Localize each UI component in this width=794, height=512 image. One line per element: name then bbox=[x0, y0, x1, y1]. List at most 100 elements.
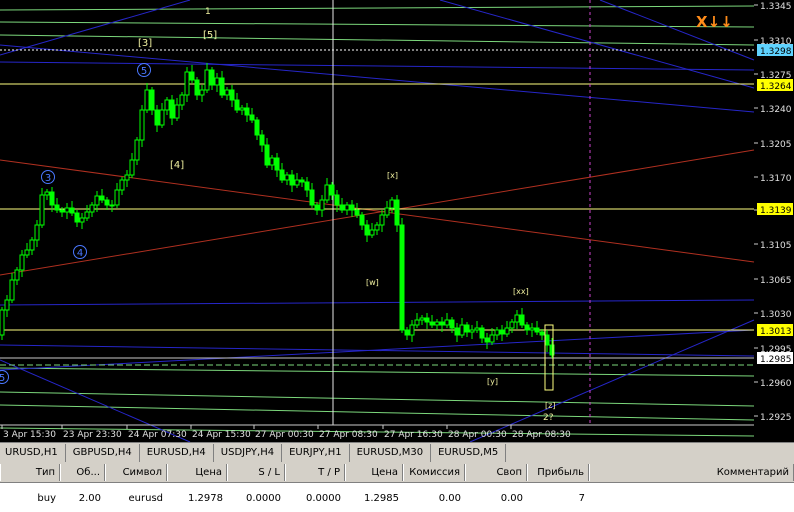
wave-label: [y] bbox=[487, 377, 498, 386]
candle-body bbox=[264, 144, 270, 166]
candle-body bbox=[519, 314, 525, 326]
chart-tab[interactable]: GBPUSD,H4 bbox=[66, 444, 140, 462]
price-tick-label: 1.2925 bbox=[760, 413, 792, 423]
terminal-header-row: Тип Об... Символ Цена S / LT / P Цена Комиссия… bbox=[0, 463, 794, 483]
trendline-green bbox=[0, 5, 755, 11]
candle-body bbox=[39, 194, 45, 226]
terminal-column-header[interactable]: T / P bbox=[285, 464, 345, 481]
candle-body bbox=[299, 179, 305, 183]
terminal-trade-row[interactable]: buy 2.00 eurusd 1.2978 0.0000 0.0000 1.2985 0.0… bbox=[0, 489, 794, 508]
price-tick-label: 1.3030 bbox=[760, 310, 792, 320]
terminal-column-header[interactable]: Своп bbox=[465, 464, 527, 481]
chart-tab[interactable]: USDJPY,H4 bbox=[214, 444, 283, 462]
terminal-column-header[interactable]: S / L bbox=[227, 464, 285, 481]
candle-body bbox=[464, 324, 470, 333]
candle-body bbox=[234, 99, 240, 111]
wave-label: [5] bbox=[203, 30, 217, 41]
terminal-column-header[interactable]: Комиссия bbox=[403, 464, 465, 481]
candle-body bbox=[389, 199, 395, 209]
wave-label: [4] bbox=[170, 160, 184, 171]
terminal-trade-panel: Тип Об... Символ Цена S / LT / P Цена Комиссия… bbox=[0, 463, 794, 512]
candle-body bbox=[104, 199, 110, 206]
time-tick-label: 24 Apr 07:30 bbox=[128, 430, 187, 440]
candle-body bbox=[494, 329, 500, 336]
price-marker-label: 1.3139 bbox=[760, 206, 792, 216]
candle-body bbox=[199, 89, 205, 96]
candle-body bbox=[404, 329, 410, 336]
trendline-red bbox=[0, 159, 755, 263]
candle-body bbox=[384, 207, 390, 216]
terminal-column-header[interactable]: Тип bbox=[0, 464, 60, 481]
candle-body bbox=[184, 71, 190, 96]
wave-label: [x] bbox=[387, 171, 398, 180]
terminal-cell: 0.00 bbox=[500, 493, 523, 504]
candle-body bbox=[354, 209, 360, 216]
terminal-cell bbox=[589, 490, 794, 507]
chart-canvas[interactable]: 1 [3] [5] 5 [4] 3 4 [x] [w] [xx] [y] [z] 2? 5 X↓↓ 1.33… bbox=[0, 0, 794, 442]
wave-label: [xx] bbox=[513, 287, 529, 296]
candle-body bbox=[379, 214, 385, 226]
candle-body bbox=[214, 77, 220, 86]
terminal-column-header[interactable]: Цена bbox=[345, 464, 403, 481]
candle-body bbox=[444, 319, 450, 326]
wave-label: 5 bbox=[0, 373, 5, 384]
terminal-column-header[interactable]: Об... bbox=[60, 464, 105, 481]
terminal-cell: 0.0000 bbox=[306, 493, 341, 504]
terminal-column-header[interactable]: Комментарий bbox=[589, 464, 794, 481]
price-tick-label: 1.2960 bbox=[760, 379, 792, 389]
terminal-cell: 1.2978 bbox=[188, 493, 223, 504]
candle-body bbox=[194, 79, 200, 96]
terminal-cell: 0.00 bbox=[438, 493, 461, 504]
candle-body bbox=[429, 321, 435, 326]
wave-label: [z] bbox=[545, 401, 555, 410]
chart-tab[interactable]: EURJPY,H1 bbox=[282, 444, 350, 462]
candle-body bbox=[34, 224, 40, 241]
candle-body bbox=[469, 329, 475, 333]
candle-body bbox=[339, 204, 345, 211]
candle-body bbox=[0, 309, 5, 336]
candle-body bbox=[414, 319, 420, 326]
candle-body bbox=[129, 159, 135, 176]
candle-body bbox=[174, 104, 180, 119]
terminal-column-header[interactable]: Цена bbox=[167, 464, 227, 481]
candle-body bbox=[249, 114, 255, 121]
candle-body bbox=[64, 207, 70, 213]
chart-tab[interactable]: EURUSD,H4 bbox=[140, 444, 214, 462]
price-axis-panel bbox=[754, 0, 794, 442]
terminal-column-header[interactable]: Символ bbox=[105, 464, 167, 481]
candle-body bbox=[259, 134, 265, 146]
candle-body bbox=[114, 189, 120, 206]
wave-label: [3] bbox=[138, 38, 152, 49]
chart-tab[interactable]: EURUSD,M5 bbox=[431, 444, 507, 462]
candle-body bbox=[344, 204, 350, 211]
price-tick-label: 1.3205 bbox=[760, 140, 792, 150]
candle-body bbox=[99, 195, 105, 201]
chart-tab[interactable]: EURUSD,M30 bbox=[350, 444, 432, 462]
candle-body bbox=[294, 179, 300, 186]
candle-body bbox=[399, 224, 405, 331]
candle-body bbox=[409, 324, 415, 336]
candle-body bbox=[314, 204, 320, 211]
terminal-column-header[interactable]: Прибыль bbox=[527, 464, 589, 481]
wave-label: 4 bbox=[77, 248, 83, 259]
candle-body bbox=[9, 279, 15, 301]
candle-body bbox=[109, 204, 115, 207]
candle-body bbox=[79, 217, 85, 223]
candle-body bbox=[19, 254, 25, 271]
chart-tab[interactable]: URUSD,H1 bbox=[0, 444, 66, 462]
terminal-cell: eurusd bbox=[128, 493, 164, 504]
candle-body bbox=[139, 109, 145, 141]
candle-body bbox=[374, 224, 380, 231]
candle-body bbox=[304, 181, 310, 191]
candle-body bbox=[324, 184, 330, 201]
candle-body bbox=[439, 321, 445, 326]
candle-body bbox=[544, 334, 550, 346]
candle-body bbox=[179, 94, 185, 106]
price-chart[interactable]: 1 [3] [5] 5 [4] 3 4 [x] [w] [xx] [y] [z] 2? 5 X↓↓ 1.33… bbox=[0, 0, 794, 442]
candle-body bbox=[289, 174, 295, 186]
candle-body bbox=[449, 319, 455, 329]
candle-body bbox=[74, 212, 80, 223]
candle-body bbox=[279, 169, 285, 181]
candle-body bbox=[154, 109, 160, 126]
price-tick-label: 1.3240 bbox=[760, 105, 792, 115]
